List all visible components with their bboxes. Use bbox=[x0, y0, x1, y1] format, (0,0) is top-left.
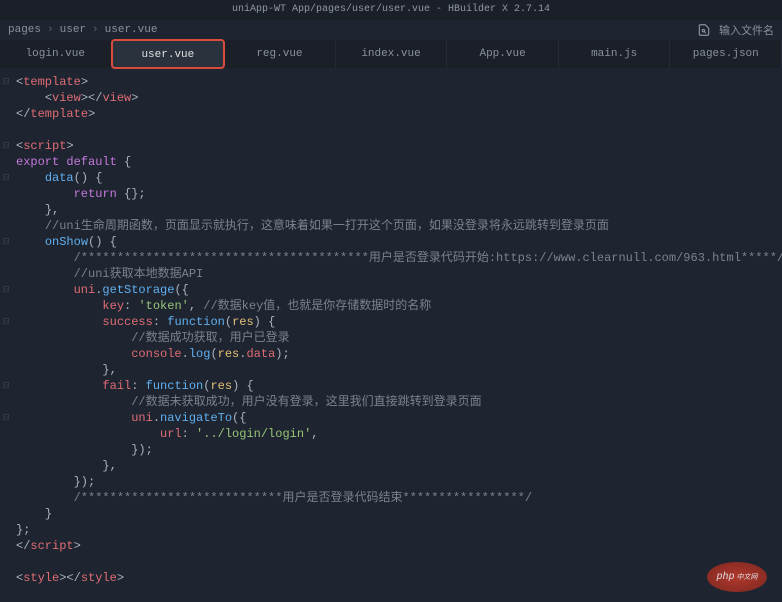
window-title: uniApp-WT App/pages/user/user.vue - HBui… bbox=[232, 4, 550, 15]
tab-app[interactable]: App.vue bbox=[447, 40, 559, 68]
title-bar: uniApp-WT App/pages/user/user.vue - HBui… bbox=[0, 0, 782, 20]
file-search-icon[interactable] bbox=[697, 23, 711, 37]
search-area: 输入文件名 bbox=[697, 22, 774, 38]
chevron-right-icon: › bbox=[92, 24, 99, 36]
breadcrumb: pages › user › user.vue 输入文件名 bbox=[0, 20, 782, 40]
search-input-placeholder[interactable]: 输入文件名 bbox=[719, 22, 774, 38]
tab-main[interactable]: main.js bbox=[559, 40, 671, 68]
tab-user[interactable]: user.vue bbox=[111, 39, 226, 69]
tab-reg[interactable]: reg.vue bbox=[224, 40, 336, 68]
chevron-right-icon: › bbox=[47, 24, 54, 36]
code-editor[interactable]: ⊟<template> <view></view> </template> ⊟<… bbox=[0, 68, 782, 592]
breadcrumb-item[interactable]: pages bbox=[8, 24, 41, 36]
watermark-logo: php中文网 bbox=[707, 562, 767, 592]
breadcrumb-item[interactable]: user bbox=[60, 24, 86, 36]
tab-login[interactable]: login.vue bbox=[0, 40, 112, 68]
breadcrumb-item[interactable]: user.vue bbox=[105, 24, 158, 36]
tab-pages[interactable]: pages.json bbox=[670, 40, 782, 68]
tabs: login.vue user.vue reg.vue index.vue App… bbox=[0, 40, 782, 68]
tab-index[interactable]: index.vue bbox=[336, 40, 448, 68]
